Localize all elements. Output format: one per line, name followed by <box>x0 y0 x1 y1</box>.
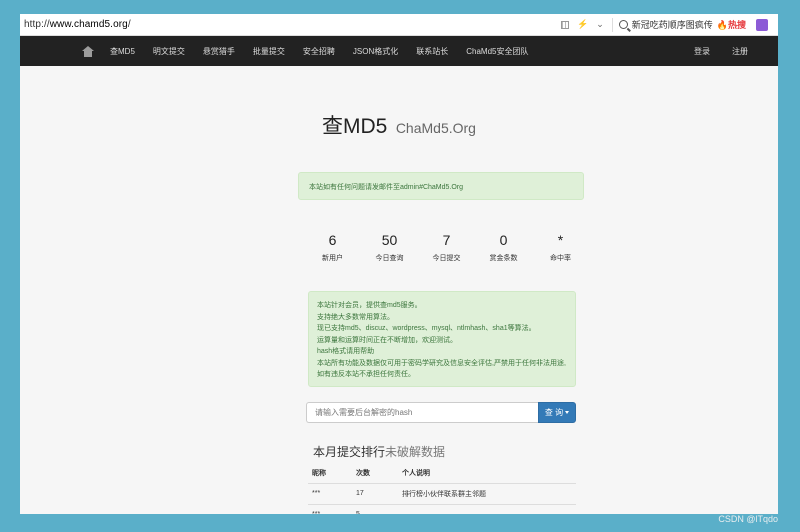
table-header-row: 昵称 次数 个人说明 <box>308 464 576 484</box>
info-line: 本站所有功能及数据仅可用于密码学研究及信息安全评估,严禁用于任何非法用途, <box>317 359 566 367</box>
ranking-title-main: 本月提交排行 <box>313 445 386 459</box>
nav-item-batch-submit[interactable]: 批量提交 <box>253 46 285 57</box>
ranking-table: 昵称 次数 个人说明 *** 17 排行榜小伙伴联系群主邻题 *** 5 <box>308 464 576 514</box>
stat-label: 新用户 <box>322 255 343 262</box>
table-row: *** 5 <box>308 504 576 514</box>
stat-label: 命中率 <box>550 255 571 262</box>
stat-value: 0 <box>499 232 508 248</box>
nav-account-links: 登录 注册 <box>694 46 778 57</box>
stat-today-submits: 7 今日提交 <box>418 232 475 263</box>
address-bar: http://www.chamd5.org/ ⚡ ⌄ 新冠吃药顺序图疯传 🔥热搜 <box>20 14 778 36</box>
chevron-down-icon[interactable]: ⌄ <box>596 19 604 30</box>
lightning-icon[interactable]: ⚡ <box>577 19 588 30</box>
stat-label: 今日查询 <box>375 255 404 262</box>
info-line: hash格式请用帮助 <box>317 348 375 355</box>
column-header-count: 次数 <box>352 464 398 484</box>
contact-notice: 本站如有任何问题请发邮件至admin#ChaMd5.Org <box>298 172 584 200</box>
register-link[interactable]: 注册 <box>732 46 748 57</box>
stat-value: 50 <box>381 232 398 248</box>
site-logo: 查MD5 ChaMd5.Org <box>20 110 778 140</box>
browser-window: http://www.chamd5.org/ ⚡ ⌄ 新冠吃药顺序图疯传 🔥热搜… <box>20 14 778 514</box>
login-link[interactable]: 登录 <box>694 46 710 57</box>
nav-item-bounty-hunter[interactable]: 悬赏猎手 <box>203 46 235 57</box>
browser-search-box[interactable]: 新冠吃药顺序图疯传 🔥热搜 <box>613 18 774 31</box>
nav-item-contact[interactable]: 联系站长 <box>416 46 448 57</box>
site-navbar: 查MD5 明文提交 悬赏猎手 批量提交 安全招聘 JSON格式化 联系站长 Ch… <box>20 36 778 66</box>
stat-label: 今日提交 <box>432 255 461 262</box>
service-info-box: 本站针对会员，提供查md5服务。 支持绝大多数常用算法。 现已支持md5、dis… <box>308 291 576 387</box>
nav-item-chamd5[interactable]: 查MD5 <box>110 46 135 57</box>
logo-sub-text: ChaMd5.Org <box>395 120 476 136</box>
query-button-label: 查 询 <box>544 408 564 417</box>
stat-bounty-count: 0 赏金条数 <box>475 232 532 263</box>
nav-item-json-format[interactable]: JSON格式化 <box>353 46 398 57</box>
info-line: 现已支持md5、discuz、wordpress、mysql、ntlmhash、… <box>317 325 536 332</box>
query-button[interactable]: 查 询 <box>538 402 576 423</box>
table-row: *** 17 排行榜小伙伴联系群主邻题 <box>308 483 576 505</box>
stat-value: * <box>557 232 564 248</box>
stat-new-users: 6 新用户 <box>304 232 361 263</box>
address-bar-icons: ⚡ ⌄ <box>560 17 613 32</box>
home-icon[interactable] <box>82 45 94 57</box>
cell-description <box>398 504 576 514</box>
url-field[interactable]: http://www.chamd5.org/ <box>24 19 561 30</box>
caret-down-icon <box>565 411 570 414</box>
hot-search-label: 热搜 <box>727 20 746 30</box>
column-header-description: 个人说明 <box>398 464 576 484</box>
url-prefix: http:// <box>24 19 50 30</box>
info-line: 如有违反本站不承担任何责任。 <box>317 371 415 378</box>
reader-mode-icon[interactable] <box>560 20 569 29</box>
nav-item-security-jobs[interactable]: 安全招聘 <box>303 46 335 57</box>
hash-search-group: 查 询 <box>306 402 576 423</box>
column-header-nickname: 昵称 <box>308 464 352 484</box>
stat-hit-rate: * 命中率 <box>532 232 589 263</box>
stat-value: 6 <box>328 232 337 248</box>
cell-nickname: *** <box>308 504 352 514</box>
ranking-title: 本月提交排行未破解数据 <box>313 443 445 460</box>
ranking-title-muted: 未破解数据 <box>385 445 446 459</box>
url-suffix: / <box>127 19 131 30</box>
nav-item-plaintext-submit[interactable]: 明文提交 <box>153 46 185 57</box>
hash-input[interactable] <box>306 402 538 423</box>
info-line: 本站针对会员，提供查md5服务。 <box>317 302 422 309</box>
cell-count: 5 <box>352 504 398 514</box>
cell-count: 17 <box>352 483 398 505</box>
search-icon <box>618 20 628 29</box>
csdn-watermark: CSDN @lTqdo <box>718 514 778 524</box>
stat-today-queries: 50 今日查询 <box>361 232 418 263</box>
info-line: 运算量和运算时间正在不断增加，欢迎测试。 <box>317 336 457 344</box>
info-line: 支持绝大多数常用算法。 <box>317 313 394 321</box>
cell-nickname: *** <box>308 483 352 505</box>
search-suggestion-text: 新冠吃药顺序图疯传 <box>631 20 713 30</box>
cell-description: 排行榜小伙伴联系群主邻题 <box>398 483 576 505</box>
stat-value: 7 <box>442 232 451 248</box>
stat-label: 赏金条数 <box>489 255 518 262</box>
nav-item-security-team[interactable]: ChaMd5安全团队 <box>466 46 528 57</box>
stats-row: 6 新用户 50 今日查询 7 今日提交 0 赏金条数 * 命中率 <box>304 232 589 263</box>
url-domain: www.chamd5.org <box>49 19 128 30</box>
main-content: 查MD5 ChaMd5.Org 本站如有任何问题请发邮件至admin#ChaMd… <box>20 66 778 514</box>
logo-main-text: 查MD5 <box>322 115 388 138</box>
extension-icon[interactable] <box>756 18 768 31</box>
hot-search-badge[interactable]: 🔥热搜 <box>717 18 746 31</box>
